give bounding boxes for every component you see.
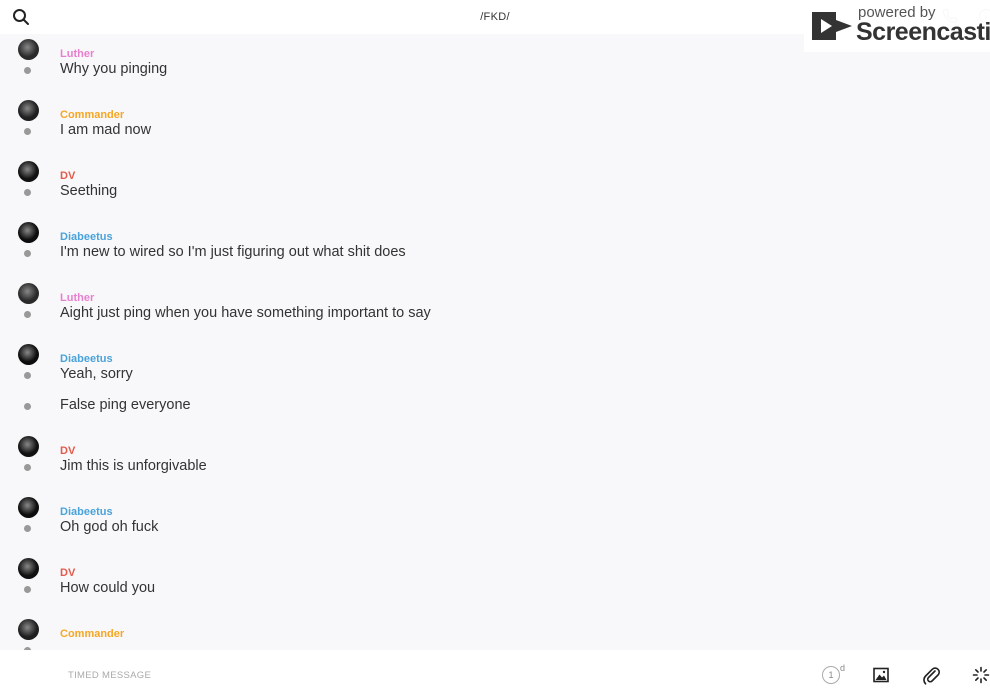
message-row: Commander I am mad now — [0, 100, 990, 160]
message-text: I'm new to wired so I'm just figuring ou… — [60, 244, 406, 260]
message-text: False ping everyone — [60, 397, 191, 413]
message-text: Oh god oh fuck — [60, 519, 159, 535]
paperclip-icon — [923, 667, 940, 685]
read-status-dot — [24, 250, 31, 257]
avatar[interactable] — [18, 100, 39, 121]
read-status-dot — [24, 525, 31, 532]
read-status-dot — [24, 67, 31, 74]
read-status-dot — [24, 311, 31, 318]
avatar[interactable] — [18, 39, 39, 60]
message-row: Diabeetus I'm new to wired so I'm just fi… — [0, 222, 990, 282]
read-status-dot — [24, 128, 31, 135]
avatar[interactable] — [18, 436, 39, 457]
sender-name[interactable]: Diabeetus — [60, 506, 113, 518]
message-row: DV Jim this is unforgivable — [0, 436, 990, 496]
sparkle-icon — [972, 666, 990, 684]
sender-name[interactable]: DV — [60, 170, 75, 182]
timer-value: 1 — [822, 666, 840, 684]
message-row: Luther Why you pinging — [0, 39, 990, 99]
message-list: Luther Why you pinging Commander I am mad n… — [0, 34, 990, 650]
avatar[interactable] — [18, 497, 39, 518]
message-text: Why you pinging — [60, 61, 168, 77]
sender-name[interactable]: DV — [60, 445, 75, 457]
message-text: Jim this is unforgivable — [60, 458, 207, 474]
read-status-dot — [24, 189, 31, 196]
avatar[interactable] — [18, 619, 39, 640]
timer-unit: d — [840, 663, 846, 673]
message-row: Luther Aight just ping when you have some… — [0, 283, 990, 343]
message-row: DV Seething — [0, 161, 990, 221]
read-status-dot — [24, 464, 31, 471]
message-text: I am mad now — [60, 122, 152, 138]
message-row: Diabeetus Yeah, sorry False ping everyone — [0, 344, 990, 434]
avatar[interactable] — [18, 283, 39, 304]
message-text: Yeah, sorry — [60, 366, 133, 382]
read-status-dot — [24, 586, 31, 593]
message-text: Seething — [60, 183, 118, 199]
composer-bar: TIMED MESSAGE 1 d — [0, 650, 990, 700]
sender-name[interactable]: Luther — [60, 292, 94, 304]
sender-name[interactable]: Commander — [60, 109, 124, 121]
effects-button[interactable] — [972, 666, 990, 684]
avatar[interactable] — [18, 558, 39, 579]
sender-name[interactable]: Diabeetus — [60, 353, 113, 365]
message-row: Commander — [0, 619, 990, 650]
message-text: How could you — [60, 580, 156, 596]
timer-button[interactable]: 1 d — [822, 663, 850, 686]
avatar[interactable] — [18, 222, 39, 243]
sender-name[interactable]: Commander — [60, 628, 124, 640]
read-status-dot — [24, 403, 31, 410]
sender-name[interactable]: Luther — [60, 48, 94, 60]
message-row: Diabeetus Oh god oh fuck — [0, 497, 990, 557]
message-row: DV How could you — [0, 558, 990, 618]
avatar[interactable] — [18, 344, 39, 365]
sender-name[interactable]: DV — [60, 567, 75, 579]
sender-name[interactable]: Diabeetus — [60, 231, 113, 243]
image-icon — [873, 667, 889, 683]
attach-button[interactable] — [922, 665, 940, 685]
timed-message-input[interactable]: TIMED MESSAGE — [68, 670, 151, 681]
message-text: Aight just ping when you have something … — [60, 305, 431, 321]
read-status-dot — [24, 372, 31, 379]
image-button[interactable] — [872, 666, 890, 684]
avatar[interactable] — [18, 161, 39, 182]
